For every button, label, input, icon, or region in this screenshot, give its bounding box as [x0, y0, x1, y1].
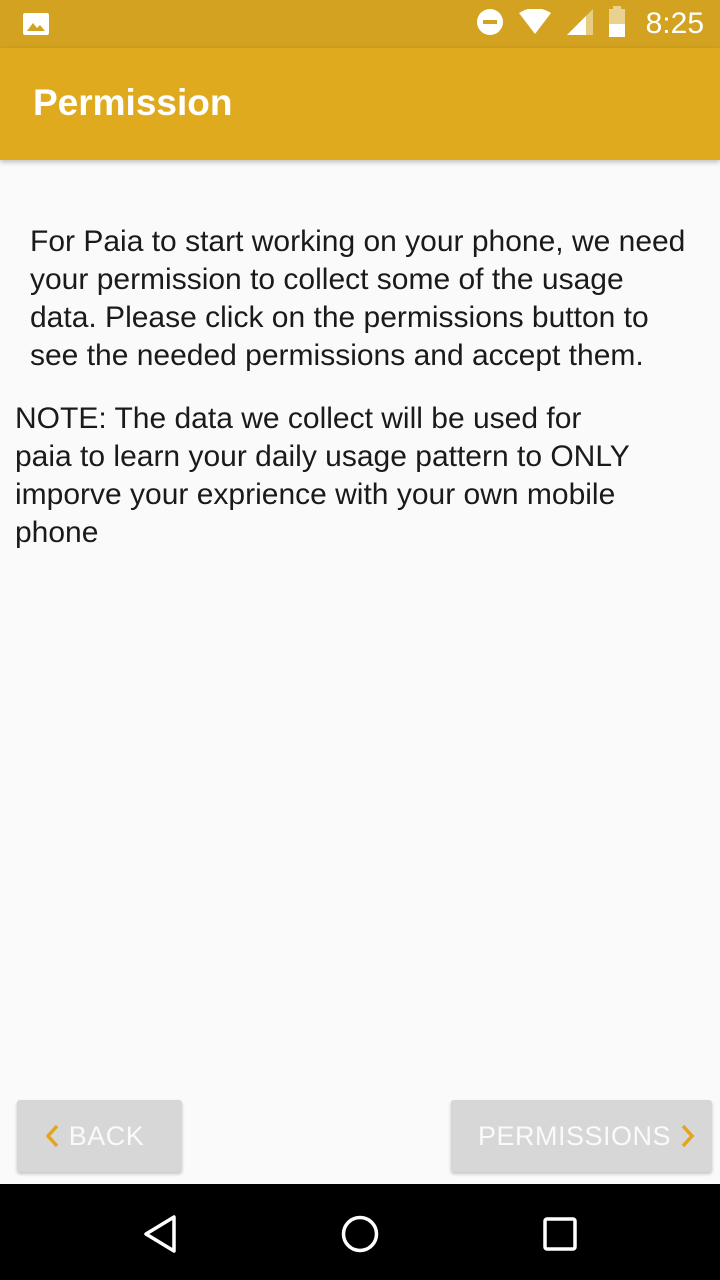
status-time: 8:25 [645, 7, 704, 40]
permissions-button[interactable]: PERMISSIONS [451, 1100, 712, 1172]
do-not-disturb-icon [476, 8, 504, 41]
permission-description: For Paia to start working on your phone,… [30, 225, 686, 372]
gallery-icon [22, 12, 50, 36]
signal-icon [566, 8, 594, 41]
back-button[interactable]: BACK [17, 1100, 182, 1172]
chevron-right-icon [681, 1124, 695, 1148]
back-triangle-icon[interactable] [140, 1214, 180, 1254]
recents-square-icon[interactable] [540, 1214, 580, 1254]
status-icons: 8:25 [476, 0, 704, 48]
home-circle-icon[interactable] [340, 1214, 380, 1254]
navigation-bar [0, 1184, 720, 1280]
battery-icon [608, 5, 626, 43]
page-title: Permission [33, 82, 233, 123]
app-bar: Permission [0, 48, 720, 160]
status-bar: 8:25 [0, 0, 720, 48]
back-button-label: BACK [68, 1120, 145, 1151]
wifi-icon [518, 7, 552, 40]
chevron-left-icon [45, 1124, 59, 1148]
permissions-button-label: PERMISSIONS [477, 1120, 672, 1151]
data-usage-note: NOTE: The data we collect will be used f… [15, 402, 630, 549]
